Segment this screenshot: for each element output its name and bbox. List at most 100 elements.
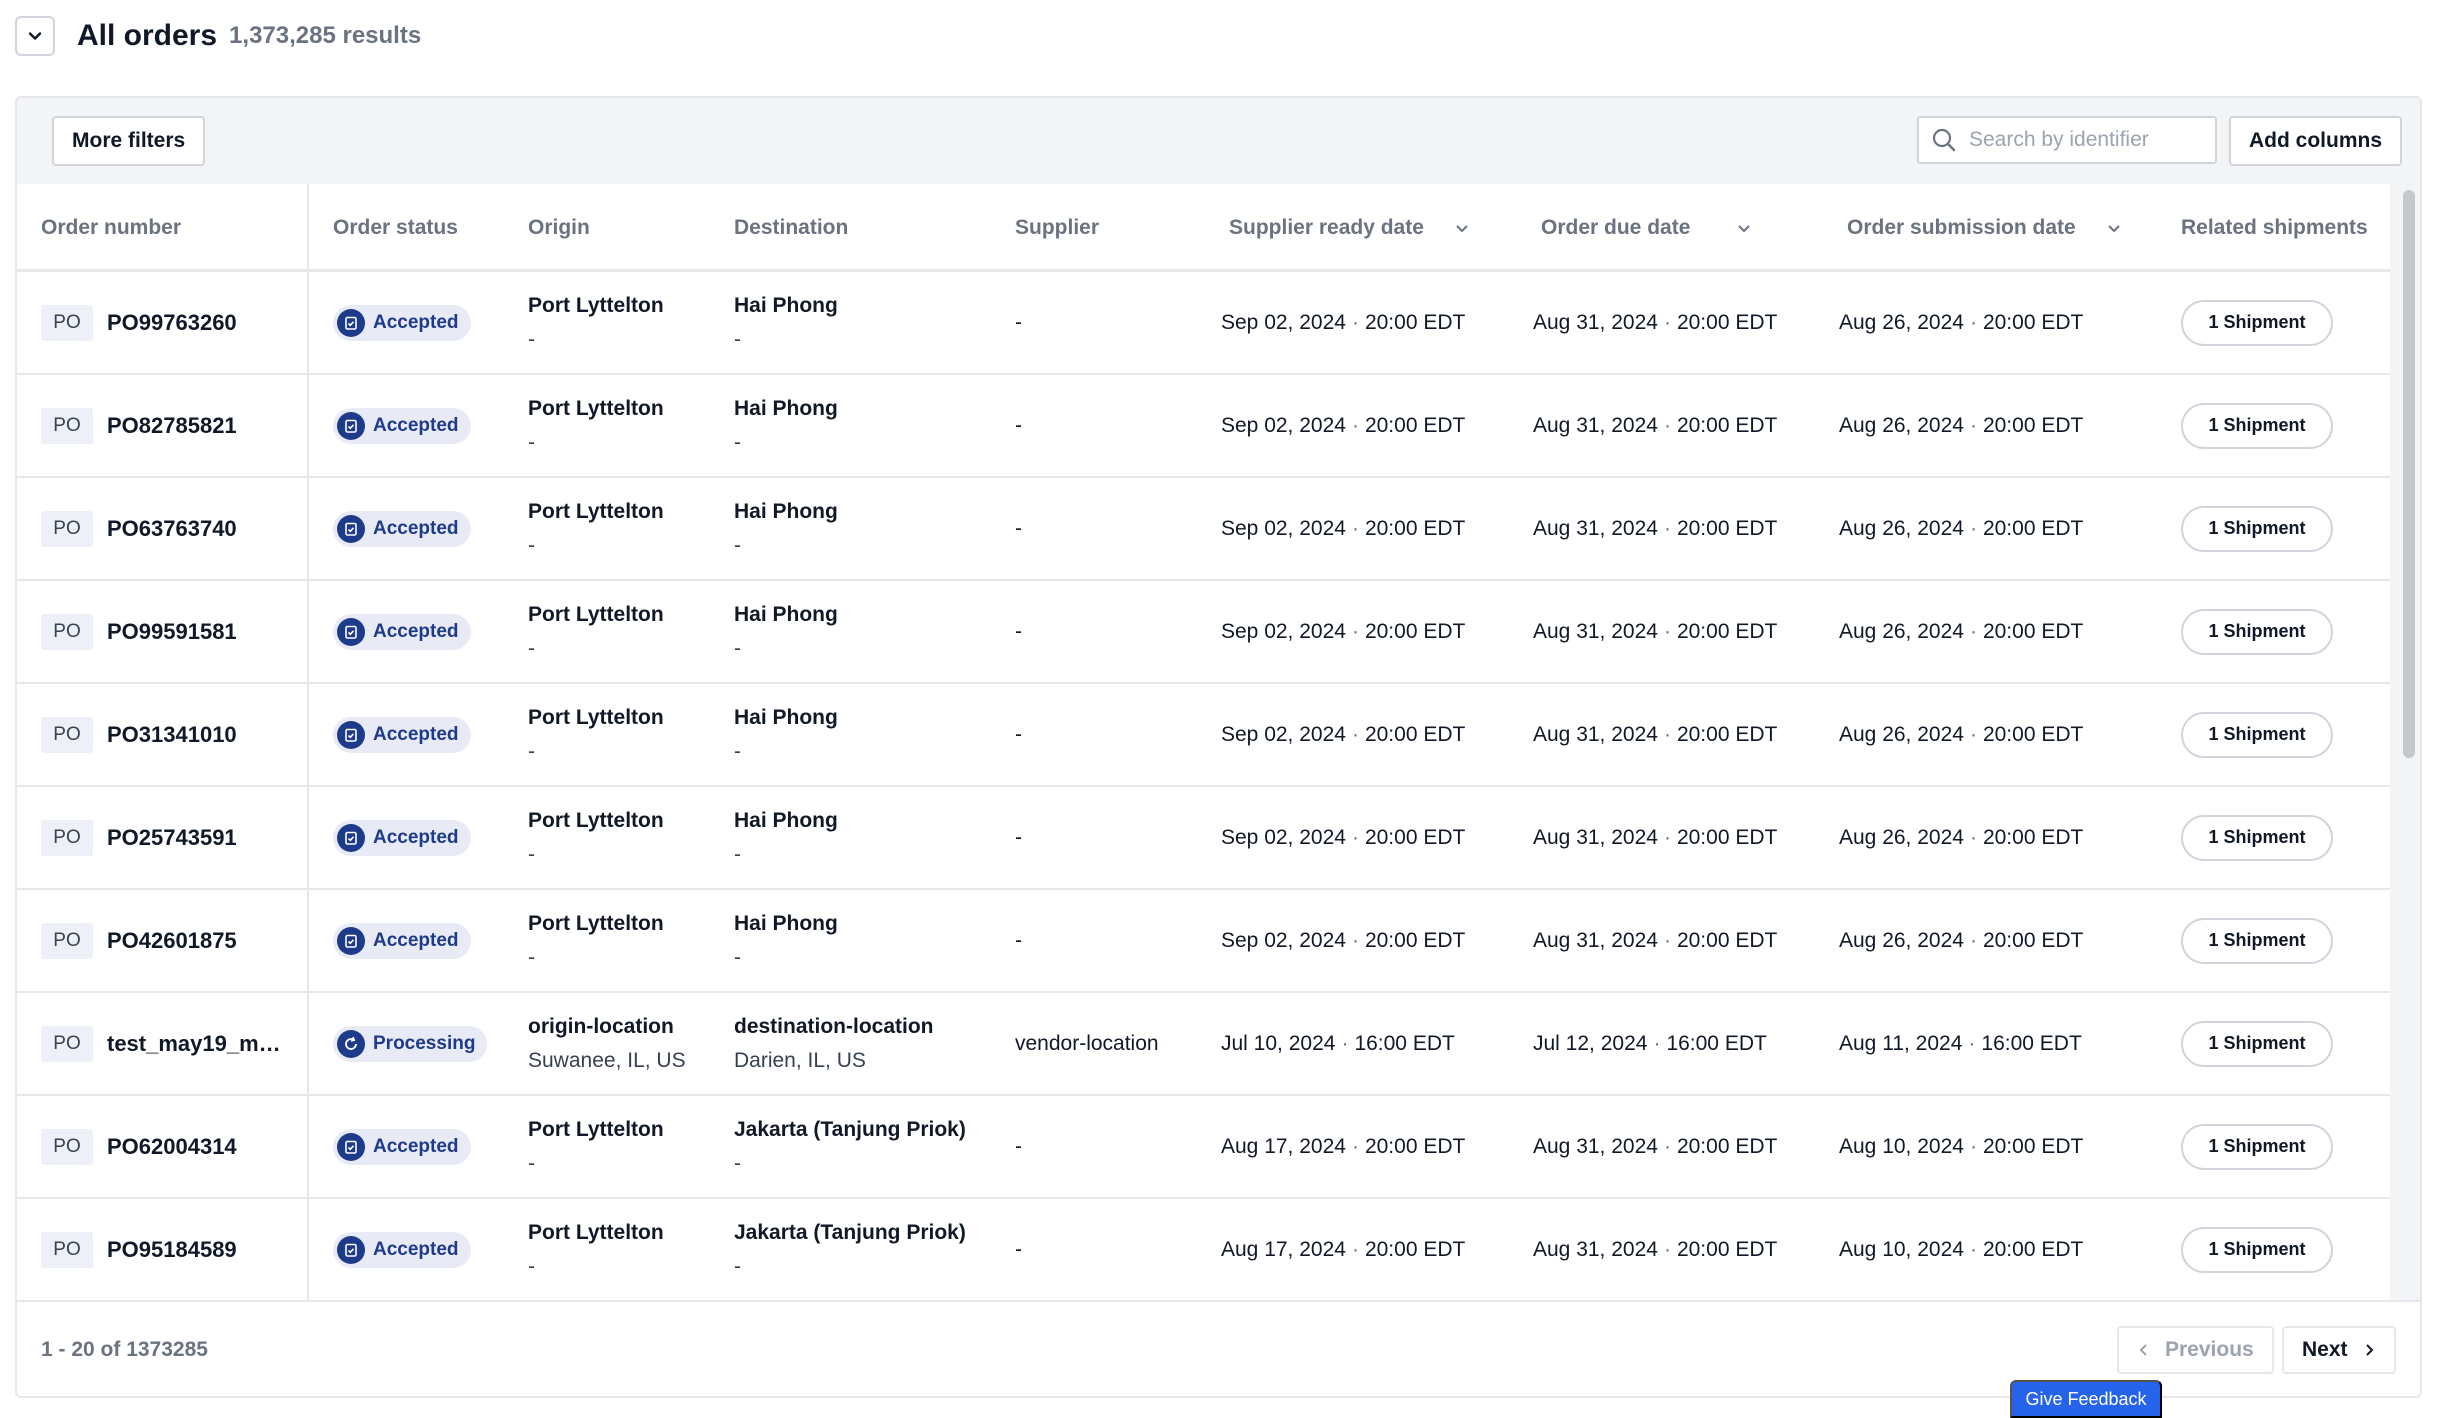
destination-cell: Hai Phong - [734, 787, 838, 888]
destination-name: Hai Phong [734, 602, 838, 626]
more-filters-button[interactable]: More filters [52, 116, 206, 166]
order-submission-date: Aug 26, 2024 · 20:00 EDT [1839, 516, 2084, 540]
table-row[interactable]: PO PO62004314 Accepted Port Lyttelton - Jakar… [17, 1096, 2390, 1199]
col-supplier-ready-date[interactable]: Supplier ready date [1229, 184, 1470, 272]
orders-table: Order number Order status Origin Destina… [17, 184, 2390, 1300]
col-order-due-date[interactable]: Order due date [1541, 184, 1752, 272]
col-related-shipments[interactable]: Related shipments [2181, 184, 2368, 272]
destination-detail: - [734, 1254, 741, 1278]
order-submission-date: Aug 26, 2024 · 20:00 EDT [1839, 928, 2084, 952]
supplier-ready-date: Jul 10, 2024 · 16:00 EDT [1221, 1031, 1455, 1055]
previous-page-button[interactable]: Previous [2117, 1326, 2274, 1374]
origin-name: Port Lyttelton [528, 293, 664, 317]
related-shipments-button[interactable]: 1 Shipment [2181, 299, 2333, 346]
scrollbar-thumb[interactable] [2403, 190, 2415, 758]
supplier-cell: - [1015, 722, 1022, 746]
origin-cell: Port Lyttelton - [528, 478, 664, 579]
add-columns-button[interactable]: Add columns [2229, 116, 2403, 166]
table-row[interactable]: PO PO82785821 Accepted Port Lyttelton - Hai P… [17, 375, 2390, 478]
table-row[interactable]: PO PO95184589 Accepted Port Lyttelton - Jakar… [17, 1199, 2390, 1300]
related-shipments-button[interactable]: 1 Shipment [2181, 1020, 2333, 1067]
col-order-status[interactable]: Order status [333, 184, 458, 272]
order-number-link[interactable]: PO31341010 [107, 722, 237, 748]
order-number-link[interactable]: PO82785821 [107, 413, 237, 439]
destination-detail: - [734, 945, 741, 969]
destination-name: Hai Phong [734, 499, 838, 523]
search-box[interactable] [1917, 116, 2217, 164]
table-row[interactable]: PO PO31341010 Accepted Port Lyttelton - Hai P… [17, 684, 2390, 787]
order-type-tag: PO [41, 819, 93, 856]
order-number-link[interactable]: PO99591581 [107, 619, 237, 645]
order-due-date: Aug 31, 2024 · 20:00 EDT [1533, 310, 1778, 334]
supplier-ready-date: Sep 02, 2024 · 20:00 EDT [1221, 413, 1466, 437]
give-feedback-button[interactable]: Give Feedback [2010, 1380, 2162, 1418]
col-destination[interactable]: Destination [734, 184, 848, 272]
supplier-cell: - [1015, 310, 1022, 334]
sort-chevron-icon[interactable] [1454, 220, 1470, 236]
supplier-cell: - [1015, 413, 1022, 437]
sort-chevron-icon[interactable] [1736, 220, 1752, 236]
destination-cell: Hai Phong - [734, 478, 838, 579]
order-due-date: Aug 31, 2024 · 20:00 EDT [1533, 722, 1778, 746]
order-due-date: Jul 12, 2024 · 16:00 EDT [1533, 1031, 1767, 1055]
related-shipments-button[interactable]: 1 Shipment [2181, 402, 2333, 449]
order-number-link[interactable]: PO95184589 [107, 1237, 237, 1263]
origin-name: Port Lyttelton [528, 705, 664, 729]
clipboard-check-icon [345, 419, 357, 433]
related-shipments-button[interactable]: 1 Shipment [2181, 917, 2333, 964]
col-supplier[interactable]: Supplier [1015, 184, 1099, 272]
origin-name: Port Lyttelton [528, 396, 664, 420]
chevron-left-icon [2139, 1344, 2147, 1356]
destination-cell: Hai Phong - [734, 581, 838, 682]
origin-name: Port Lyttelton [528, 1117, 664, 1141]
sort-chevron-icon[interactable] [2106, 220, 2122, 236]
order-number-link[interactable]: PO42601875 [107, 928, 237, 954]
order-number-link[interactable]: PO99763260 [107, 310, 237, 336]
table-row[interactable]: PO PO63763740 Accepted Port Lyttelton - Hai P… [17, 478, 2390, 581]
related-shipments-button[interactable]: 1 Shipment [2181, 814, 2333, 861]
clipboard-check-icon [345, 934, 357, 948]
destination-cell: Hai Phong - [734, 684, 838, 785]
collapse-button[interactable] [15, 16, 55, 56]
origin-detail: Suwanee, IL, US [528, 1048, 686, 1072]
col-order-submission-date[interactable]: Order submission date [1847, 184, 2122, 272]
table-row[interactable]: PO PO25743591 Accepted Port Lyttelton - Hai P… [17, 787, 2390, 890]
pagination-range: 1 - 20 of 1373285 [41, 1338, 208, 1361]
order-type-tag: PO [41, 922, 93, 959]
order-number-link[interactable]: PO25743591 [107, 825, 237, 851]
destination-name: Hai Phong [734, 293, 838, 317]
origin-cell: Port Lyttelton - [528, 787, 664, 888]
next-page-button[interactable]: Next [2282, 1326, 2396, 1374]
destination-detail: - [734, 842, 741, 866]
vertical-scrollbar[interactable] [2401, 190, 2417, 1300]
order-number-link[interactable]: PO63763740 [107, 516, 237, 542]
col-order-number[interactable]: Order number [41, 184, 181, 272]
search-input[interactable] [1969, 128, 2209, 152]
related-shipments-button[interactable]: 1 Shipment [2181, 505, 2333, 552]
col-origin[interactable]: Origin [528, 184, 590, 272]
order-number-link[interactable]: test_may19_ma... [107, 1031, 287, 1057]
related-shipments-button[interactable]: 1 Shipment [2181, 1226, 2333, 1273]
related-shipments-button[interactable]: 1 Shipment [2181, 1123, 2333, 1170]
destination-detail: - [734, 636, 741, 660]
destination-detail: - [734, 327, 741, 351]
status-badge: Accepted [333, 716, 471, 753]
order-type-tag: PO [41, 407, 93, 444]
supplier-cell: - [1015, 825, 1022, 849]
order-number-link[interactable]: PO62004314 [107, 1134, 237, 1160]
related-shipments-button[interactable]: 1 Shipment [2181, 608, 2333, 655]
table-row[interactable]: PO PO42601875 Accepted Port Lyttelton - Hai P… [17, 890, 2390, 993]
destination-detail: - [734, 430, 741, 454]
destination-name: destination-location [734, 1014, 934, 1038]
table-row[interactable]: PO PO99763260 Accepted Port Lyttelton - Hai P… [17, 272, 2390, 375]
origin-cell: Port Lyttelton - [528, 1096, 664, 1197]
table-header: Order number Order status Origin Destina… [17, 184, 2390, 272]
clipboard-check-icon [345, 1243, 357, 1257]
destination-cell: destination-location Darien, IL, US [734, 993, 934, 1094]
table-row[interactable]: PO PO99591581 Accepted Port Lyttelton - Hai P… [17, 581, 2390, 684]
status-badge: Accepted [333, 1128, 471, 1165]
origin-cell: origin-location Suwanee, IL, US [528, 993, 686, 1094]
table-row[interactable]: PO test_may19_ma... Processing origin-locat… [17, 993, 2390, 1096]
order-type-tag: PO [41, 1025, 93, 1062]
related-shipments-button[interactable]: 1 Shipment [2181, 711, 2333, 758]
